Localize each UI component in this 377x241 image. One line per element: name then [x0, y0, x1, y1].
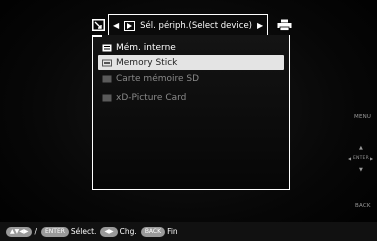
enter-pad-hint[interactable]: ▲ ◀ ENTER ▶ ▼	[348, 145, 374, 175]
list-item-label: Mém. interne	[116, 42, 176, 53]
list-item-memory-stick[interactable]: Memory Stick	[98, 55, 284, 70]
list-item-label: Memory Stick	[116, 57, 178, 68]
internal-memory-icon	[102, 44, 112, 51]
enter-label: ENTER	[353, 156, 369, 161]
list-item-xd-card[interactable]: xD-Picture Card	[98, 90, 284, 105]
tab-print[interactable]	[272, 15, 296, 35]
list-item-label: Carte mémoire SD	[116, 73, 200, 84]
hint-end: Fin	[167, 227, 178, 236]
navigate-keys-icon: ▲▼◀▶	[6, 226, 33, 237]
tab-select-device[interactable]: ◀ Sél. périph.(Select device) ▶	[108, 14, 268, 36]
arrow-right-icon[interactable]: ▶	[257, 21, 263, 30]
up-arrow-icon: ▲	[359, 145, 363, 151]
print-icon	[277, 19, 291, 31]
hint-select: Sélect.	[70, 227, 97, 236]
list-item-sd-card[interactable]: Carte mémoire SD	[98, 71, 284, 86]
enter-key-badge: ENTER	[41, 226, 69, 237]
settings-icon	[91, 19, 105, 31]
xd-card-icon	[102, 94, 112, 101]
hint-change: Chg.	[119, 227, 137, 236]
screen: ◀ Sél. périph.(Select device) ▶ Mém. int…	[0, 0, 377, 241]
bottom-hint-bar: ▲▼◀▶ / ENTER Sélect. ◀▶ Chg. BACK Fin	[0, 222, 377, 241]
memory-stick-icon	[102, 59, 112, 66]
change-keys-icon: ◀▶	[100, 226, 118, 237]
left-arrow-icon: ◀	[348, 156, 352, 161]
tab-bar: ◀ Sél. périph.(Select device) ▶	[88, 14, 296, 36]
arrow-left-icon[interactable]: ◀	[113, 21, 119, 30]
hint-slash: /	[34, 227, 37, 236]
device-list-panel: Mém. interne Memory Stick Carte mémoire …	[91, 35, 290, 190]
down-arrow-icon: ▼	[359, 167, 363, 173]
tab-select-device-label: Sél. périph.(Select device)	[140, 20, 252, 31]
menu-button-hint[interactable]: MENU	[354, 114, 371, 120]
back-button-hint[interactable]: BACK	[355, 203, 371, 209]
list-item-internal-memory[interactable]: Mém. interne	[98, 40, 284, 55]
list-item-label: xD-Picture Card	[116, 92, 187, 103]
tab-settings[interactable]	[88, 15, 108, 35]
right-arrow-icon: ▶	[370, 156, 374, 161]
back-key-badge: BACK	[140, 226, 166, 237]
playback-icon	[124, 20, 136, 31]
sd-card-icon	[102, 75, 112, 82]
